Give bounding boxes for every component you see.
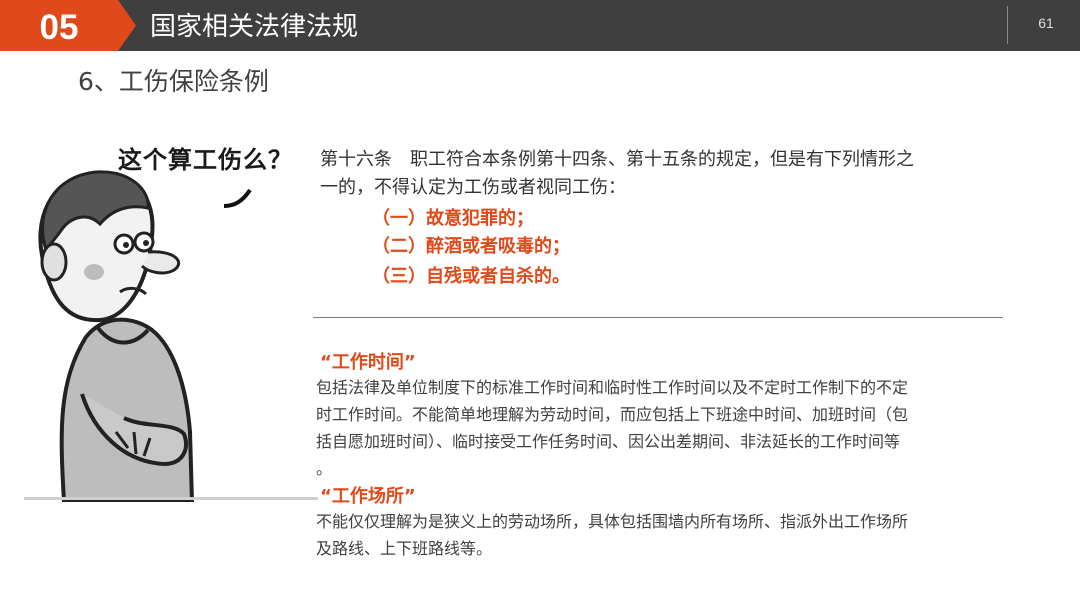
exclusion-item: （三）自残或者自杀的。 xyxy=(372,266,570,287)
definition-line: 时工作时间。不能简单地理解为劳动时间，而应包括上下班途中时间、加班时间（包 xyxy=(316,405,909,424)
definition-title-workplace: “工作场所” xyxy=(320,486,416,507)
section-number-badge: 05 xyxy=(0,0,136,51)
section-title: 国家相关法律法规 xyxy=(150,12,359,42)
definition-line: 。 xyxy=(316,459,333,478)
article-line-1: 第十六条 职工符合本条例第十四条、第十五条的规定，但是有下列情形之 xyxy=(320,149,914,170)
section-number: 05 xyxy=(39,8,79,47)
definition-title-work-time: “工作时间” xyxy=(320,352,416,373)
slide-subtitle: 6、工伤保险条例 xyxy=(78,67,269,96)
definition-line: 括自愿加班时间）、临时接受工作任务时间、因公出差期间、非法延长的工作时间等 xyxy=(316,432,901,451)
exclusion-item: （一）故意犯罪的； xyxy=(372,208,534,229)
page-number: 61 xyxy=(1038,15,1054,31)
illustration-ground-line xyxy=(24,497,318,500)
definition-line: 不能仅仅理解为是狭义上的劳动场所，具体包括围墙内所有场所、指派外出工作场所 xyxy=(316,512,909,531)
article-line-2: 一的，不得认定为工伤或者视同工伤： xyxy=(320,177,626,198)
section-divider xyxy=(313,317,1003,318)
definition-body-workplace: 不能仅仅理解为是狭义上的劳动场所，具体包括围墙内所有场所、指派外出工作场所 及路… xyxy=(316,508,996,562)
exclusion-item: （二）醉酒或者吸毒的； xyxy=(372,236,570,257)
definition-line: 及路线、上下班路线等。 xyxy=(316,539,493,558)
definition-line: 包括法律及单位制度下的标准工作时间和临时性工作时间以及不定时工作制下的不定 xyxy=(316,378,909,397)
page-number-divider xyxy=(1007,6,1008,44)
confused-worker-illustration xyxy=(38,170,252,502)
definition-body-work-time: 包括法律及单位制度下的标准工作时间和临时性工作时间以及不定时工作制下的不定 时工… xyxy=(316,374,996,482)
illustration-caption: 这个算工伤么？ xyxy=(118,145,293,174)
article-text: 第十六条 职工符合本条例第十四条、第十五条的规定，但是有下列情形之 一的，不得认… xyxy=(320,146,1000,202)
